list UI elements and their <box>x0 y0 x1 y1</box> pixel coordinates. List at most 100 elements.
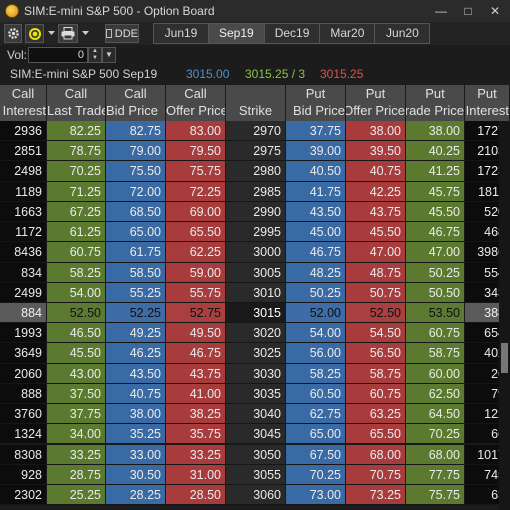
call-bid-cell[interactable]: 65.00 <box>106 222 166 243</box>
put-offer-cell[interactable]: 40.75 <box>346 161 406 182</box>
call-open-interest-cell[interactable]: 1189 <box>0 181 47 202</box>
call-last-trade-cell[interactable]: 78.75 <box>47 141 106 162</box>
call-bid-cell[interactable]: 28.25 <box>106 484 166 506</box>
strike-cell[interactable]: 3030 <box>226 363 286 384</box>
tab-dec19[interactable]: Dec19 <box>263 23 321 44</box>
call-open-interest-cell[interactable]: 1172 <box>0 222 47 243</box>
call-last-trade-cell[interactable]: 52.50 <box>47 302 106 324</box>
call-last-trade-cell[interactable]: 33.25 <box>47 444 106 465</box>
call-last-trade-cell[interactable]: 25.25 <box>47 484 106 506</box>
call-offer-cell[interactable]: 69.00 <box>166 201 226 223</box>
put-last-trade-cell[interactable]: 70.25 <box>406 424 465 445</box>
strike-cell[interactable]: 2970 <box>226 121 286 142</box>
put-last-trade-cell[interactable]: 46.75 <box>406 222 465 243</box>
strike-cell[interactable]: 2990 <box>226 201 286 223</box>
put-bid-cell[interactable]: 54.00 <box>286 323 346 344</box>
put-last-trade-cell[interactable]: 53.50 <box>406 302 465 324</box>
call-bid-cell[interactable]: 75.50 <box>106 161 166 182</box>
call-open-interest-cell[interactable]: 8308 <box>0 444 47 465</box>
put-last-trade-cell[interactable]: 38.00 <box>406 121 465 142</box>
close-button[interactable]: ✕ <box>486 3 504 19</box>
table-row[interactable]: 132434.0035.2535.75304565.0065.5070.2566 <box>0 424 510 445</box>
call-open-interest-cell[interactable]: 1324 <box>0 424 47 445</box>
put-last-trade-cell[interactable]: 68.00 <box>406 444 465 465</box>
call-offer-cell[interactable]: 75.75 <box>166 161 226 182</box>
call-open-interest-cell[interactable]: 928 <box>0 464 47 485</box>
header-put-last-trade[interactable]: Put Last Trade Price <box>406 85 465 121</box>
put-offer-cell[interactable]: 70.75 <box>346 464 406 485</box>
put-bid-cell[interactable]: 70.25 <box>286 464 346 485</box>
call-last-trade-cell[interactable]: 71.25 <box>47 181 106 202</box>
table-row[interactable]: 884 52.50 52.25 52.75 3015 52.00 52.50 53.50 388 <box>0 302 510 324</box>
print-button[interactable] <box>58 24 78 43</box>
call-bid-cell[interactable]: 49.25 <box>106 323 166 344</box>
table-row[interactable]: 834 58.25 58.50 59.00 3005 48.25 48.75 50.25 554 <box>0 262 510 283</box>
call-offer-cell[interactable]: 83.00 <box>166 121 226 142</box>
call-open-interest-cell[interactable]: 2499 <box>0 282 47 303</box>
call-offer-cell[interactable]: 62.25 <box>166 242 226 263</box>
header-call-offer[interactable]: Call Offer Price <box>166 85 226 121</box>
put-bid-cell[interactable]: 45.00 <box>286 222 346 243</box>
table-row[interactable]: 1993 46.50 49.25 49.50 3020 54.00 54.50 60.75 65… <box>0 323 510 344</box>
table-row[interactable]: 230225.2528.2528.50306073.0073.2575.7563 <box>0 484 510 506</box>
tab-jun20[interactable]: Jun20 <box>374 23 431 44</box>
put-last-trade-cell[interactable]: 45.75 <box>406 181 465 202</box>
call-offer-cell[interactable]: 38.25 <box>166 404 226 425</box>
call-last-trade-cell[interactable]: 58.25 <box>47 262 106 283</box>
scrollbar-thumb[interactable] <box>501 343 508 373</box>
call-last-trade-cell[interactable]: 82.25 <box>47 121 106 142</box>
call-last-trade-cell[interactable]: 34.00 <box>47 424 106 445</box>
put-offer-cell[interactable]: 60.75 <box>346 383 406 405</box>
call-offer-cell[interactable]: 79.50 <box>166 141 226 162</box>
put-offer-cell[interactable]: 47.00 <box>346 242 406 263</box>
table-row[interactable]: 2851 78.75 79.00 79.50 2975 39.00 39.50 40.25 21… <box>0 141 510 162</box>
header-call-last-trade[interactable]: Call Last Trade Price <box>47 85 106 121</box>
refresh-button[interactable] <box>25 24 44 43</box>
table-row[interactable]: 3649 45.50 46.25 46.75 3025 56.00 56.50 58.75 40… <box>0 343 510 364</box>
call-offer-cell[interactable]: 43.75 <box>166 363 226 384</box>
call-last-trade-cell[interactable]: 37.50 <box>47 383 106 405</box>
table-row[interactable]: 88837.5040.7541.00303560.5060.7562.5079 <box>0 383 510 405</box>
call-bid-cell[interactable]: 46.25 <box>106 343 166 364</box>
volume-dropdown[interactable]: ▼ <box>102 47 116 63</box>
put-bid-cell[interactable]: 43.50 <box>286 201 346 223</box>
stepper-up-icon[interactable]: ▲ <box>89 48 101 55</box>
put-offer-cell[interactable]: 42.25 <box>346 181 406 202</box>
put-last-trade-cell[interactable]: 60.75 <box>406 323 465 344</box>
put-offer-cell[interactable]: 65.50 <box>346 424 406 445</box>
table-row[interactable]: 8436 60.75 61.75 62.25 3000 46.75 47.00 47.00 39… <box>0 242 510 263</box>
call-offer-cell[interactable]: 52.75 <box>166 302 226 324</box>
put-bid-cell[interactable]: 67.50 <box>286 444 346 465</box>
table-row[interactable]: 928 28.75 30.50 31.00 3055 70.25 70.75 77.75 745 <box>0 464 510 485</box>
minimize-button[interactable]: — <box>432 3 450 19</box>
call-offer-cell[interactable]: 41.00 <box>166 383 226 405</box>
put-offer-cell[interactable]: 38.00 <box>346 121 406 142</box>
call-open-interest-cell[interactable]: 2302 <box>0 484 47 506</box>
call-offer-cell[interactable]: 59.00 <box>166 262 226 283</box>
call-open-interest-cell[interactable]: 8436 <box>0 242 47 263</box>
header-put-open-interest[interactable]: Put Open Interest <box>465 85 510 121</box>
strike-cell[interactable]: 3010 <box>226 282 286 303</box>
put-offer-cell[interactable]: 39.50 <box>346 141 406 162</box>
call-last-trade-cell[interactable]: 28.75 <box>47 464 106 485</box>
put-offer-cell[interactable]: 45.50 <box>346 222 406 243</box>
refresh-dropdown[interactable] <box>46 24 56 43</box>
put-last-trade-cell[interactable]: 60.00 <box>406 363 465 384</box>
table-row[interactable]: 1172 61.25 65.00 65.50 2995 45.00 45.50 46.75 46… <box>0 222 510 243</box>
call-bid-cell[interactable]: 30.50 <box>106 464 166 485</box>
tab-mar20[interactable]: Mar20 <box>319 23 376 44</box>
call-offer-cell[interactable]: 31.00 <box>166 464 226 485</box>
call-offer-cell[interactable]: 35.75 <box>166 424 226 445</box>
call-bid-cell[interactable]: 35.25 <box>106 424 166 445</box>
call-open-interest-cell[interactable]: 3760 <box>0 404 47 425</box>
call-bid-cell[interactable]: 72.00 <box>106 181 166 202</box>
call-bid-cell[interactable]: 33.00 <box>106 444 166 465</box>
put-bid-cell[interactable]: 39.00 <box>286 141 346 162</box>
call-bid-cell[interactable]: 40.75 <box>106 383 166 405</box>
put-last-trade-cell[interactable]: 47.00 <box>406 242 465 263</box>
header-call-bid[interactable]: Call Bid Price <box>106 85 166 121</box>
call-last-trade-cell[interactable]: 70.25 <box>47 161 106 182</box>
table-row[interactable]: 2499 54.00 55.25 55.75 3010 50.25 50.75 50.50 34… <box>0 282 510 303</box>
call-bid-cell[interactable]: 55.25 <box>106 282 166 303</box>
call-open-interest-cell[interactable]: 2851 <box>0 141 47 162</box>
